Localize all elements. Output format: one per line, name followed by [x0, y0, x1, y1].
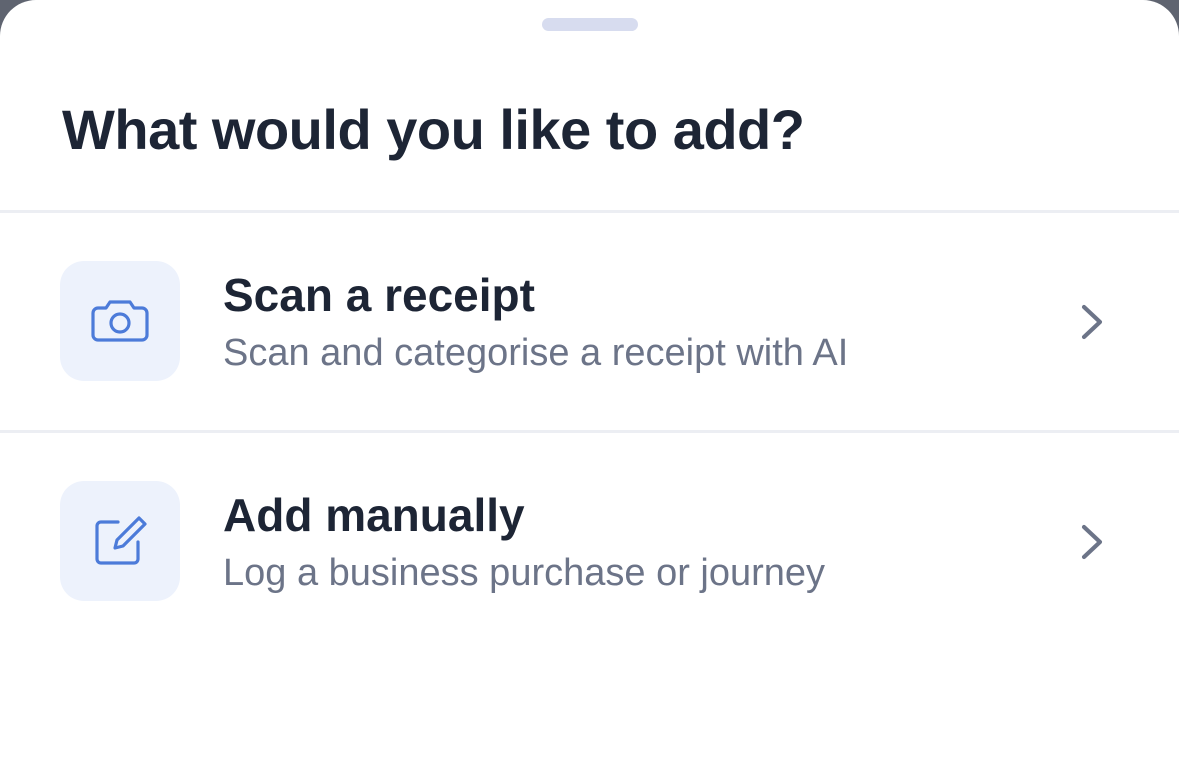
add-manually-subtitle: Log a business purchase or journey [223, 552, 826, 594]
scan-receipt-subtitle: Scan and categorise a receipt with AI [223, 332, 849, 374]
scan-receipt-title: Scan a receipt [223, 269, 535, 321]
add-bottom-sheet: What would you like to add? Scan a recei… [0, 0, 1179, 769]
scan-receipt-option[interactable]: Scan a receipt Scan and categorise a rec… [0, 213, 1179, 430]
camera-icon [91, 300, 149, 342]
scan-receipt-icon-tile [60, 261, 180, 381]
add-manually-title: Add manually [223, 489, 525, 541]
add-manually-icon-tile [60, 481, 180, 601]
edit-icon [95, 516, 147, 565]
sheet-title: What would you like to add? [62, 98, 805, 161]
chevron-right-icon [1081, 524, 1103, 560]
sheet-grabber-handle[interactable] [542, 18, 638, 31]
chevron-right-icon [1081, 304, 1103, 340]
add-manually-option[interactable]: Add manually Log a business purchase or … [0, 433, 1179, 650]
